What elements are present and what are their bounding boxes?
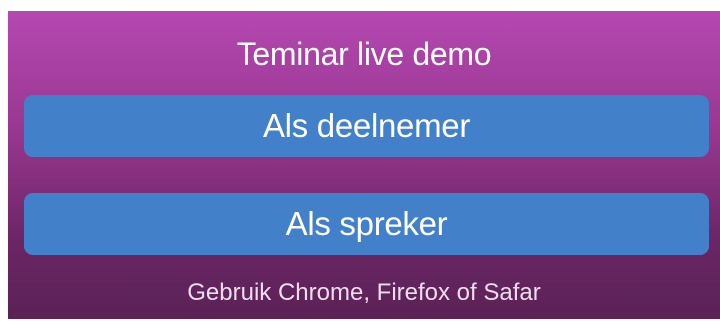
join-as-speaker-button[interactable]: Als spreker (24, 193, 709, 255)
page-title: Teminar live demo (236, 36, 492, 72)
join-as-participant-button[interactable]: Als deelnemer (24, 95, 709, 157)
browser-note: Gebruik Chrome, Firefox of Safar (187, 279, 541, 306)
demo-card: Teminar live demo Als deelnemer Als spre… (8, 11, 720, 319)
